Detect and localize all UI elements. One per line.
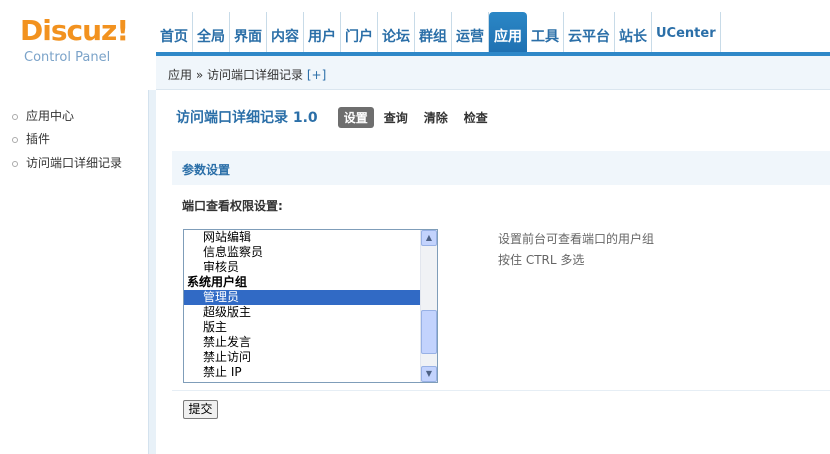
sidebar-item-label: 插件: [26, 132, 51, 146]
nav-item-users[interactable]: 用户: [304, 12, 341, 56]
list-option[interactable]: 版主: [184, 320, 420, 335]
sidebar-divider[interactable]: [148, 90, 156, 454]
sidebar-item-app-center[interactable]: 应用中心: [12, 107, 74, 124]
logo-subtitle: Control Panel: [24, 50, 111, 65]
breadcrumb-bar: 应用 » 访问端口详细记录 [+]: [156, 56, 830, 90]
tab-clear[interactable]: 清除: [418, 107, 454, 128]
logo-brand: Discuz!: [20, 14, 129, 47]
list-optgroup-label: 系统用户组: [187, 275, 248, 289]
usergroup-listbox[interactable]: 网站编辑 信息监察员 审核员 系统用户组 管理员 超级版主 版主 禁止发言 禁止…: [183, 229, 438, 383]
sidebar-item-port-log[interactable]: 访问端口详细记录: [12, 154, 122, 171]
nav-item-apps[interactable]: 应用: [489, 12, 527, 56]
scroll-up-icon[interactable]: ▲: [421, 230, 437, 246]
list-option[interactable]: 禁止发言: [184, 335, 420, 350]
top-nav: 首页 全局 界面 内容 用户 门户 论坛 群组 运营 应用 工具 云平台 站长 …: [156, 12, 721, 56]
nav-item-forum[interactable]: 论坛: [378, 12, 415, 56]
nav-item-global[interactable]: 全局: [193, 12, 230, 56]
scroll-thumb[interactable]: [421, 310, 437, 354]
nav-item-operations[interactable]: 运营: [452, 12, 489, 56]
nav-item-cloud[interactable]: 云平台: [564, 12, 615, 56]
nav-item-groups[interactable]: 群组: [415, 12, 452, 56]
tab-query[interactable]: 查询: [378, 107, 414, 128]
add-shortcut-button[interactable]: [+]: [307, 68, 326, 82]
sidebar: 应用中心 插件 访问端口详细记录: [0, 90, 148, 454]
breadcrumb-current: 访问端口详细记录: [207, 68, 304, 82]
sidebar-item-label: 访问端口详细记录: [26, 156, 123, 170]
bullet-icon: [12, 113, 18, 120]
breadcrumb: 应用 » 访问端口详细记录 [+]: [168, 66, 326, 83]
header: Discuz! Control Panel 首页 全局 界面 内容 用户 门户 …: [0, 0, 830, 90]
divider: [172, 390, 830, 391]
nav-item-home[interactable]: 首页: [156, 12, 193, 56]
hint-text: 设置前台可查看端口的用户组: [498, 232, 655, 246]
list-option[interactable]: 禁止访问: [184, 350, 420, 365]
nav-item-interface[interactable]: 界面: [230, 12, 267, 56]
list-option[interactable]: 审核员: [184, 260, 420, 275]
nav-item-content[interactable]: 内容: [267, 12, 304, 56]
tab-settings[interactable]: 设置: [337, 106, 374, 128]
section-header: 参数设置: [172, 151, 830, 185]
nav-item-webmaster[interactable]: 站长: [615, 12, 652, 56]
bullet-icon: [12, 136, 18, 143]
nav-item-ucenter[interactable]: UCenter: [652, 12, 721, 56]
option-list: 网站编辑 信息监察员 审核员 系统用户组 管理员 超级版主 版主 禁止发言 禁止…: [184, 230, 420, 380]
breadcrumb-separator: »: [195, 68, 204, 82]
list-option[interactable]: 禁止 IP: [184, 365, 420, 380]
breadcrumb-root[interactable]: 应用: [168, 68, 192, 82]
sidebar-item-plugins[interactable]: 插件: [12, 130, 50, 147]
list-option[interactable]: 超级版主: [184, 305, 420, 320]
sidebar-item-label: 应用中心: [26, 109, 75, 123]
list-option-selected[interactable]: 管理员: [184, 290, 420, 305]
listbox-scrollbar[interactable]: ▲ ▼: [420, 230, 437, 382]
main-content: 访问端口详细记录 1.0 设置 查询 清除 检查 参数设置 端口查看权限设置: …: [156, 90, 830, 454]
title-row: 访问端口详细记录 1.0 设置 查询 清除 检查: [176, 106, 498, 128]
logo[interactable]: Discuz! Control Panel: [0, 0, 156, 90]
page-title: 访问端口详细记录 1.0: [176, 110, 318, 126]
field-label: 端口查看权限设置:: [182, 199, 283, 213]
section-title: 参数设置: [182, 163, 231, 177]
nav-item-tools[interactable]: 工具: [527, 12, 564, 56]
bullet-icon: [12, 160, 18, 167]
scroll-down-icon[interactable]: ▼: [421, 366, 437, 382]
list-option[interactable]: 网站编辑: [184, 230, 420, 245]
tab-check[interactable]: 检查: [458, 107, 494, 128]
nav-item-portal[interactable]: 门户: [341, 12, 378, 56]
list-option[interactable]: 信息监察员: [184, 245, 420, 260]
hint-text-ctrl: 按住 CTRL 多选: [498, 253, 585, 267]
submit-button[interactable]: 提交: [183, 400, 218, 419]
